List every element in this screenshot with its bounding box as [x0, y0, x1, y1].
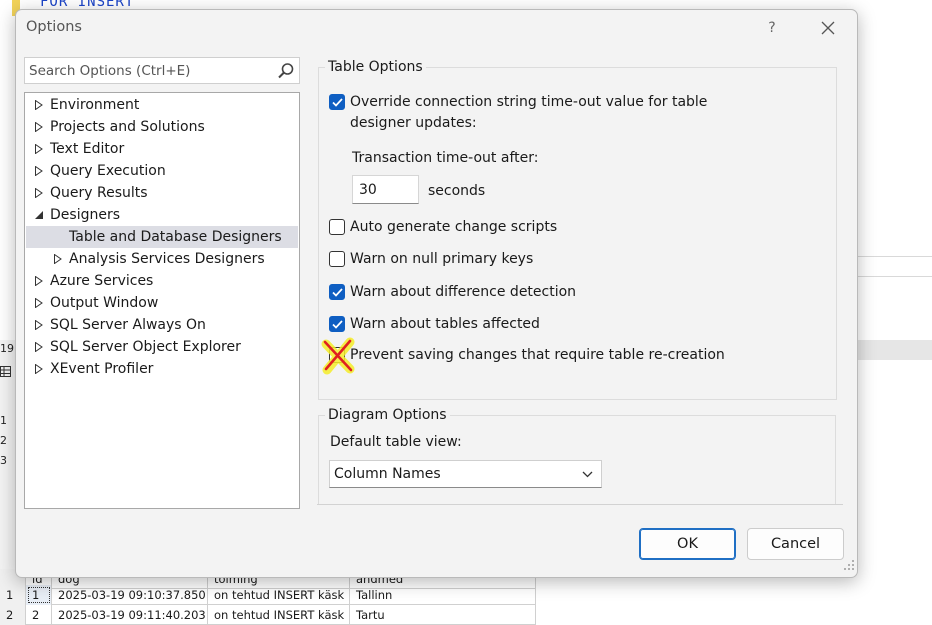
background-divider [858, 256, 932, 257]
tree-item-projects-and-solutions[interactable]: Projects and Solutions [26, 116, 298, 138]
expand-arrow-icon[interactable] [33, 270, 45, 292]
override-timeout-label-line2: designer updates: [350, 115, 477, 131]
table-row: 2 2 2025-03-19 09:11:40.203 on tehtud IN… [0, 605, 536, 625]
search-input[interactable] [29, 61, 273, 81]
expand-arrow-icon[interactable] [33, 358, 45, 380]
search-icon[interactable] [277, 62, 295, 84]
close-button[interactable] [813, 14, 843, 42]
table-cell[interactable]: 1 [26, 585, 52, 605]
override-timeout-checkbox[interactable] [329, 94, 345, 110]
table-cell[interactable]: 2025-03-19 09:10:37.850 [52, 585, 208, 605]
close-icon [821, 21, 835, 35]
options-tree: Environment Projects and Solutions Text … [24, 92, 300, 509]
help-button[interactable]: ? [758, 16, 786, 40]
chevron-down-icon [582, 471, 593, 478]
expand-arrow-icon[interactable] [33, 116, 45, 138]
background-toolbar-band [858, 340, 932, 360]
expand-arrow-icon[interactable] [33, 314, 45, 336]
cancel-button[interactable]: Cancel [747, 528, 844, 560]
ok-button[interactable]: OK [639, 528, 736, 560]
default-view-label: Default table view: [330, 434, 462, 450]
table-cell[interactable]: Tallinn [350, 585, 536, 605]
expand-arrow-icon[interactable] [33, 94, 45, 116]
checkmark-icon [332, 98, 343, 107]
content-divider [317, 504, 843, 505]
tree-item-text-editor[interactable]: Text Editor [26, 138, 298, 160]
checkmark-icon [332, 288, 343, 297]
warn-difference-checkbox[interactable] [329, 284, 345, 300]
background-line-number: 19 [0, 342, 14, 355]
timeout-unit-label: seconds [428, 183, 486, 199]
table-row: 1 1 2025-03-19 09:10:37.850 on tehtud IN… [0, 585, 536, 605]
search-box [24, 57, 300, 84]
table-cell[interactable]: Tartu [350, 605, 536, 625]
background-line-number: 3 [0, 454, 7, 467]
tree-item-sql-server-always-on[interactable]: SQL Server Always On [26, 314, 298, 336]
expand-arrow-icon[interactable] [33, 292, 45, 314]
resize-grip-icon[interactable] [844, 559, 855, 575]
row-number[interactable]: 2 [0, 605, 26, 625]
background-divider [858, 276, 932, 277]
warn-null-pk-checkbox[interactable] [329, 251, 345, 267]
expand-arrow-icon[interactable] [33, 182, 45, 204]
checkmark-icon [332, 320, 343, 329]
tree-item-analysis-services-designers[interactable]: Analysis Services Designers [26, 248, 298, 270]
expand-arrow-icon[interactable] [52, 248, 64, 270]
tree-item-xevent-profiler[interactable]: XEvent Profiler [26, 358, 298, 380]
tree-item-query-results[interactable]: Query Results [26, 182, 298, 204]
override-timeout-label: Override connection string time-out valu… [350, 94, 708, 110]
table-cell[interactable]: 2 [26, 605, 52, 625]
tree-item-designers[interactable]: Designers [26, 204, 298, 226]
row-number[interactable]: 1 [0, 585, 26, 605]
tree-item-query-execution[interactable]: Query Execution [26, 160, 298, 182]
background-line-number: 2 [0, 434, 7, 447]
tree-item-output-window[interactable]: Output Window [26, 292, 298, 314]
expand-arrow-icon[interactable] [33, 336, 45, 358]
expand-arrow-icon[interactable] [33, 160, 45, 182]
collapse-arrow-icon[interactable] [32, 204, 44, 226]
timeout-field [352, 175, 419, 204]
table-cell[interactable]: on tehtud INSERT käsk [208, 605, 350, 625]
default-view-value: Column Names [334, 466, 441, 482]
table-cell[interactable]: on tehtud INSERT käsk [208, 585, 350, 605]
default-view-select[interactable]: Column Names [329, 460, 602, 488]
tree-item-environment[interactable]: Environment [26, 94, 298, 116]
grid-icon [0, 366, 12, 378]
expand-arrow-icon[interactable] [33, 138, 45, 160]
auto-generate-checkbox[interactable] [329, 219, 345, 235]
tree-item-azure-services[interactable]: Azure Services [26, 270, 298, 292]
options-dialog: Options ? Environment Projects and Solut… [15, 9, 858, 578]
tree-item-table-and-database-designers[interactable]: Table and Database Designers [26, 226, 298, 248]
warn-tables-checkbox[interactable] [329, 316, 345, 332]
tree-item-sql-server-object-explorer[interactable]: SQL Server Object Explorer [26, 336, 298, 358]
background-line-number: 1 [0, 414, 7, 427]
timeout-input[interactable] [359, 181, 414, 199]
timeout-label: Transaction time-out after: [352, 150, 539, 166]
table-cell[interactable]: 2025-03-19 09:11:40.203 [52, 605, 208, 625]
diagram-options-title: Diagram Options [325, 406, 450, 424]
table-options-title: Table Options [325, 58, 426, 76]
annotation-x-mark-icon [320, 336, 360, 380]
dialog-title: Options [26, 19, 82, 35]
